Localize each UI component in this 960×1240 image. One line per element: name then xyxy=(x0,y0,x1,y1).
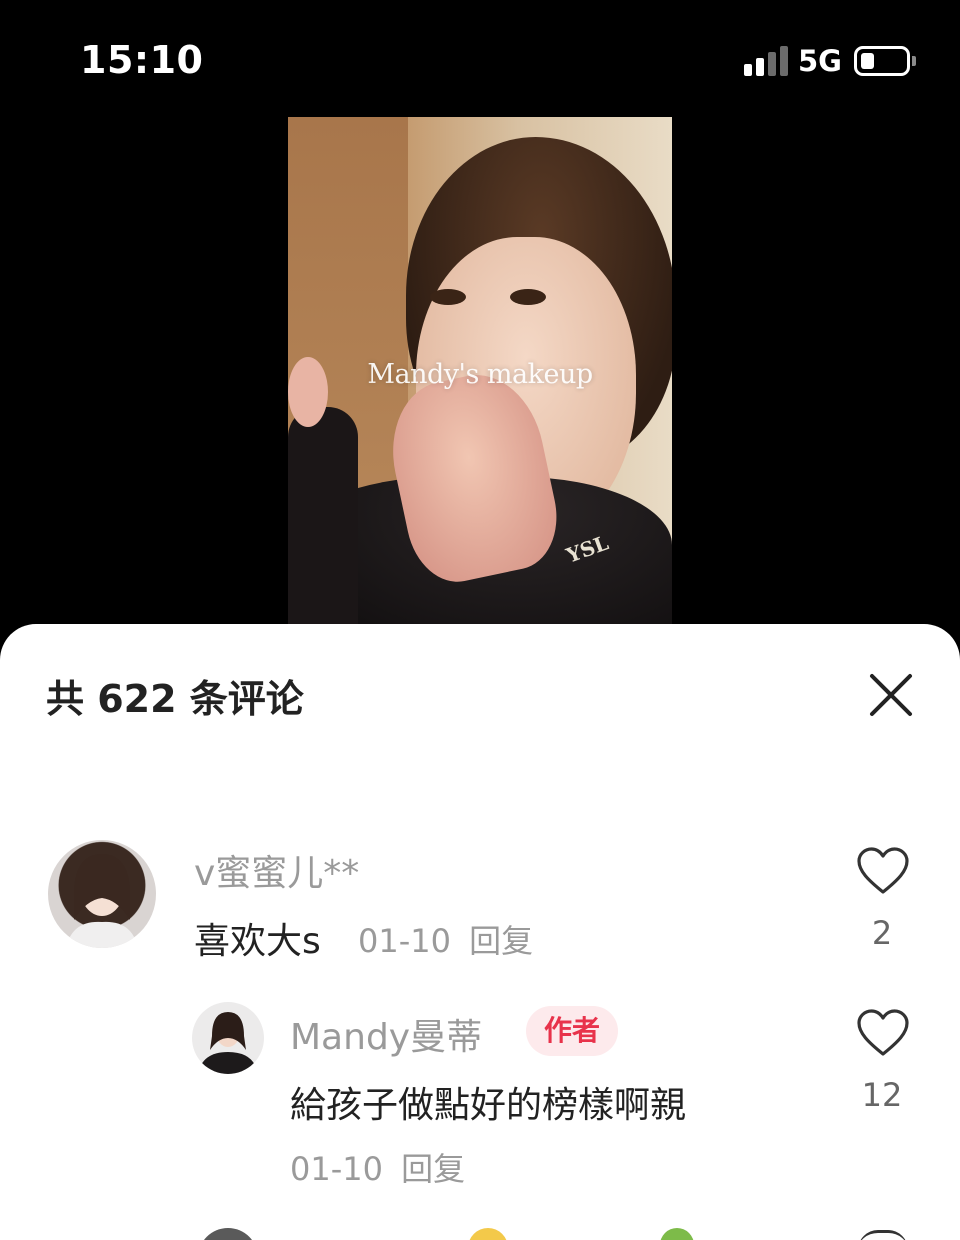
avatar[interactable] xyxy=(48,840,156,948)
comment-text: 喜欢大s xyxy=(194,921,321,962)
eye-right xyxy=(510,289,546,305)
like-count: 2 xyxy=(871,914,893,952)
reply-date: 01-10 xyxy=(290,1150,383,1188)
video-caption: Mandy's makeup xyxy=(367,359,593,390)
battery-level xyxy=(861,53,874,69)
author-badge: 作者 xyxy=(526,1006,619,1056)
avatar[interactable] xyxy=(198,1228,258,1240)
like-button[interactable] xyxy=(856,846,910,896)
heart-icon xyxy=(857,847,909,894)
comments-sheet: 共 622 条评论 v蜜蜜儿** 喜欢大s 01-10 回复 2 Mandy曼蒂… xyxy=(0,624,960,1240)
battery-cap xyxy=(912,56,916,66)
video-preview[interactable]: YSL Mandy's makeup xyxy=(288,117,672,637)
sleeve xyxy=(288,407,358,637)
reply-text: 給孩子做點好的榜樣啊親 xyxy=(290,1085,687,1126)
reply-item: Mandy曼蒂 作者 給孩子做點好的榜樣啊親 01-10 回复 12 xyxy=(0,984,960,1204)
status-bar: 15:10 5G xyxy=(0,0,960,118)
reply-username[interactable]: Mandy曼蒂 xyxy=(290,1008,482,1060)
status-time: 15:10 xyxy=(80,38,204,82)
emoji-icon xyxy=(468,1228,508,1240)
like-count: 12 xyxy=(861,1076,903,1114)
comment-date: 01-10 xyxy=(358,922,451,960)
eye-left xyxy=(430,289,466,305)
reply-meta: 01-10 回复 xyxy=(290,1144,465,1190)
comment-meta: 01-10 回复 xyxy=(358,916,533,962)
battery-icon xyxy=(854,46,910,76)
reply-button[interactable]: 回复 xyxy=(469,922,533,960)
signal-icon xyxy=(744,46,788,76)
avatar[interactable] xyxy=(192,1002,264,1074)
comment-username[interactable]: v蜜蜜儿** xyxy=(194,844,359,896)
comment-item: v蜜蜜儿** 喜欢大s 01-10 回复 2 xyxy=(0,624,960,984)
reply-button[interactable]: 回复 xyxy=(401,1150,465,1188)
network-label: 5G xyxy=(798,44,842,78)
heart-icon xyxy=(857,1009,909,1056)
emoji-icon xyxy=(660,1228,694,1240)
like-button[interactable] xyxy=(858,1230,908,1240)
like-button[interactable] xyxy=(856,1008,910,1058)
